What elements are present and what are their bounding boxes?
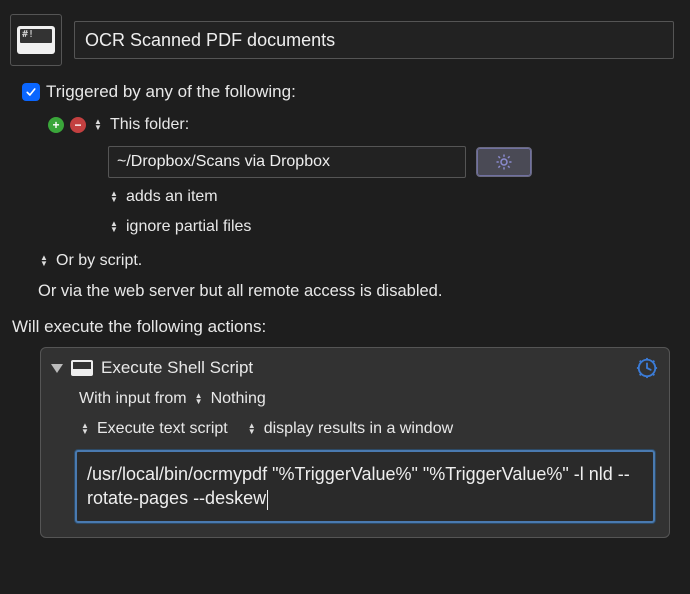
or-by-script-label: Or by script. (56, 252, 142, 270)
action-card: Execute Shell Script With input from ▲▼ … (40, 347, 670, 538)
folder-event-stepper[interactable]: ▲▼ (108, 191, 120, 203)
display-mode-stepper[interactable]: ▲▼ (246, 423, 258, 435)
action-disclosure-toggle[interactable] (51, 364, 63, 373)
execute-mode-label: Execute text script (97, 420, 228, 438)
gear-clock-icon (636, 357, 658, 379)
triggered-checkbox[interactable] (22, 83, 40, 101)
terminal-icon: #! (17, 26, 55, 54)
action-options-button[interactable] (635, 356, 659, 380)
input-source-stepper[interactable]: ▲▼ (193, 393, 205, 405)
text-cursor (267, 490, 268, 510)
actions-header: Will execute the following actions: (12, 317, 680, 337)
folder-path-input[interactable] (108, 146, 466, 178)
adds-item-label: adds an item (126, 188, 218, 206)
macro-type-icon-box[interactable]: #! (10, 14, 62, 66)
check-icon (25, 86, 37, 98)
macro-title-input[interactable] (74, 21, 674, 59)
via-web-server-label: Or via the web server but all remote acc… (38, 282, 442, 300)
action-title: Execute Shell Script (101, 358, 253, 378)
ignore-partial-label: ignore partial files (126, 218, 251, 236)
partial-files-stepper[interactable]: ▲▼ (108, 221, 120, 233)
or-by-script-stepper[interactable]: ▲▼ (38, 255, 50, 267)
display-mode-label: display results in a window (264, 420, 453, 438)
gear-icon (495, 153, 513, 171)
with-input-label: With input from (79, 390, 187, 408)
trigger-type-stepper[interactable]: ▲▼ (92, 119, 104, 131)
script-text-input[interactable]: /usr/local/bin/ocrmypdf "%TriggerValue%"… (75, 450, 655, 523)
terminal-icon (71, 360, 93, 376)
choose-folder-button[interactable] (476, 147, 532, 177)
add-trigger-button[interactable]: + (48, 117, 64, 133)
triggered-label: Triggered by any of the following: (46, 82, 296, 102)
remove-trigger-button[interactable]: − (70, 117, 86, 133)
this-folder-label: This folder: (110, 116, 189, 134)
execute-mode-stepper[interactable]: ▲▼ (79, 423, 91, 435)
input-source-value: Nothing (211, 390, 266, 408)
